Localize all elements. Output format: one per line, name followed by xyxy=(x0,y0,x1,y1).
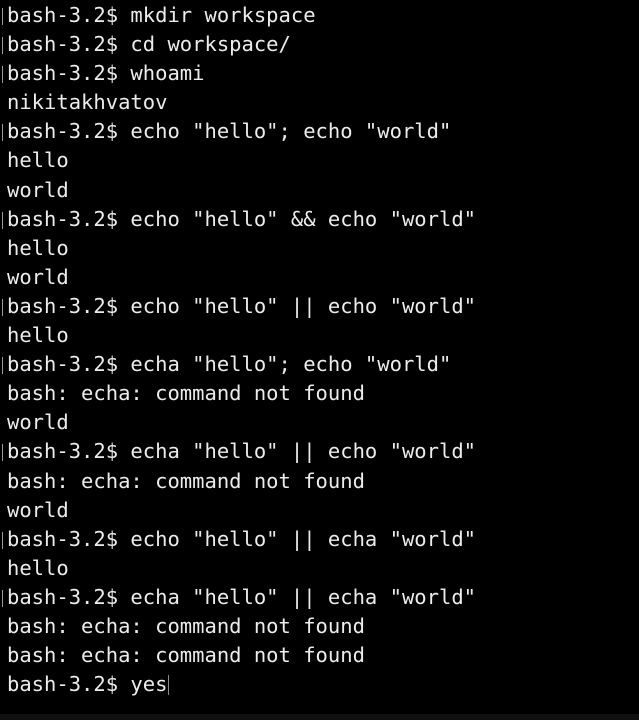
terminal-output-line: world xyxy=(7,177,69,202)
terminal-window[interactable]: bash-3.2$ mkdir workspace bash-3.2$ cd wo… xyxy=(0,0,639,720)
terminal-command-line: bash-3.2$ echo "hello" && echo "world" xyxy=(2,205,635,234)
terminal-command-line: bash-3.2$ echo "hello"; echo "world" xyxy=(2,117,635,146)
terminal-command-line: bash-3.2$ echa "hello" || echo "world" xyxy=(2,437,635,466)
terminal-command-line: bash-3.2$ whoami xyxy=(2,59,635,88)
terminal-command-line: bash-3.2$ echo "hello" || echo "world" xyxy=(2,292,635,321)
terminal-output-line: bash: echa: command not found xyxy=(7,468,365,493)
terminal-command-line: bash-3.2$ echo "hello" || echa "world" xyxy=(2,525,635,554)
terminal-command-line: bash-3.2$ echa "hello"; echo "world" xyxy=(2,350,635,379)
terminal-bottom-edge xyxy=(0,714,639,720)
terminal-command-line: bash-3.2$ echa "hello" || echa "world" xyxy=(2,583,635,612)
terminal-output-line: bash: echa: command not found xyxy=(7,643,365,668)
terminal-input-line[interactable]: bash-3.2$ yes xyxy=(7,670,635,699)
terminal-output-line: nikitakhvatov xyxy=(7,90,168,115)
terminal-output-line: world xyxy=(7,264,69,289)
terminal-output-line: world xyxy=(7,497,69,522)
terminal-output-line: bash: echa: command not found xyxy=(7,381,365,406)
terminal-output-line: hello xyxy=(7,235,69,260)
terminal-command-line: bash-3.2$ cd workspace/ xyxy=(2,30,635,59)
terminal-output-line: hello xyxy=(7,555,69,580)
terminal-command-line: bash-3.2$ mkdir workspace xyxy=(2,1,635,30)
terminal-output: bash-3.2$ mkdir workspace bash-3.2$ cd wo… xyxy=(2,1,635,699)
terminal-output-line: world xyxy=(7,410,69,435)
terminal-output-line: hello xyxy=(7,323,69,348)
terminal-input-text[interactable]: bash-3.2$ yes xyxy=(7,672,167,696)
terminal-output-line: bash: echa: command not found xyxy=(7,613,365,638)
text-cursor xyxy=(168,675,170,696)
terminal-output-line: hello xyxy=(7,148,69,173)
